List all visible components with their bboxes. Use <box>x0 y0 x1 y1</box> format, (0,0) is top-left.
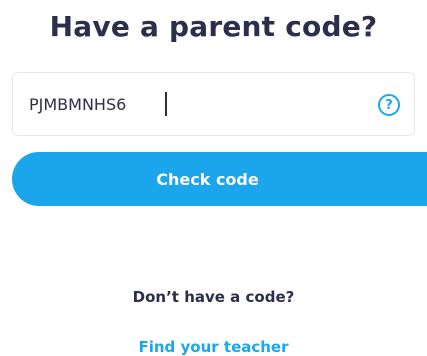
page-title: Have a parent code? <box>49 10 378 43</box>
parent-code-input[interactable] <box>29 91 329 117</box>
no-code-prompt: Don’t have a code? <box>132 288 295 306</box>
check-code-button[interactable]: Check code <box>12 152 427 206</box>
find-your-teacher-link[interactable]: Find your teacher <box>0 338 427 356</box>
text-cursor <box>165 92 167 116</box>
question-circle-icon[interactable]: ? <box>378 94 400 116</box>
parent-code-field[interactable]: ? <box>12 72 415 136</box>
check-code-button-label: Check code <box>156 169 259 189</box>
